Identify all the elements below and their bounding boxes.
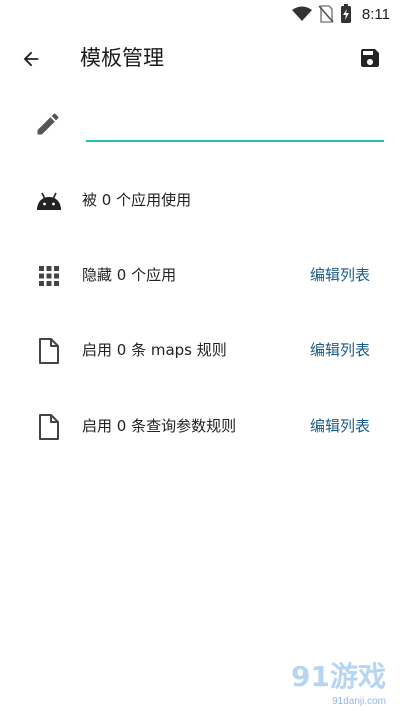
grid-icon	[34, 261, 64, 291]
arrow-back-icon	[23, 51, 39, 67]
query-param-rules-row: 启用 0 条查询参数规则 编辑列表	[0, 396, 400, 456]
file-icon	[34, 336, 64, 366]
edit-query-param-rules-link[interactable]: 编辑列表	[310, 415, 370, 437]
status-icons: 8:11	[291, 4, 390, 24]
status-bar: 8:11	[0, 0, 400, 28]
maps-rules-label: 启用 0 条 maps 规则	[82, 341, 227, 359]
template-name-input[interactable]	[86, 108, 384, 142]
status-time: 8:11	[361, 5, 390, 23]
hidden-apps-row: 隐藏 0 个应用 编辑列表	[0, 245, 400, 305]
no-sim-icon	[318, 5, 334, 23]
page-title: 模板管理	[80, 46, 164, 70]
save-button[interactable]	[354, 42, 386, 74]
battery-charging-icon	[340, 4, 351, 23]
pencil-icon	[37, 113, 59, 135]
save-icon	[361, 49, 379, 67]
android-icon	[34, 186, 64, 216]
app-bar: 模板管理	[0, 28, 400, 88]
watermark-brand: 91游戏	[291, 660, 386, 693]
used-by-apps-label: 被 0 个应用使用	[82, 191, 192, 209]
file-icon	[34, 412, 64, 442]
hidden-apps-label: 隐藏 0 个应用	[82, 266, 177, 284]
maps-rules-row: 启用 0 条 maps 规则 编辑列表	[0, 320, 400, 380]
watermark-url: 91danji.com	[332, 696, 386, 707]
watermark-logo: 91游戏 91danji.com	[252, 657, 392, 707]
wifi-icon	[291, 6, 312, 21]
used-by-apps-row: 被 0 个应用使用	[0, 170, 400, 230]
edit-maps-rules-link[interactable]: 编辑列表	[310, 339, 370, 361]
template-name-row	[0, 100, 400, 156]
query-param-rules-label: 启用 0 条查询参数规则	[82, 417, 237, 435]
back-button[interactable]	[16, 44, 46, 74]
edit-hidden-apps-link[interactable]: 编辑列表	[310, 264, 370, 286]
